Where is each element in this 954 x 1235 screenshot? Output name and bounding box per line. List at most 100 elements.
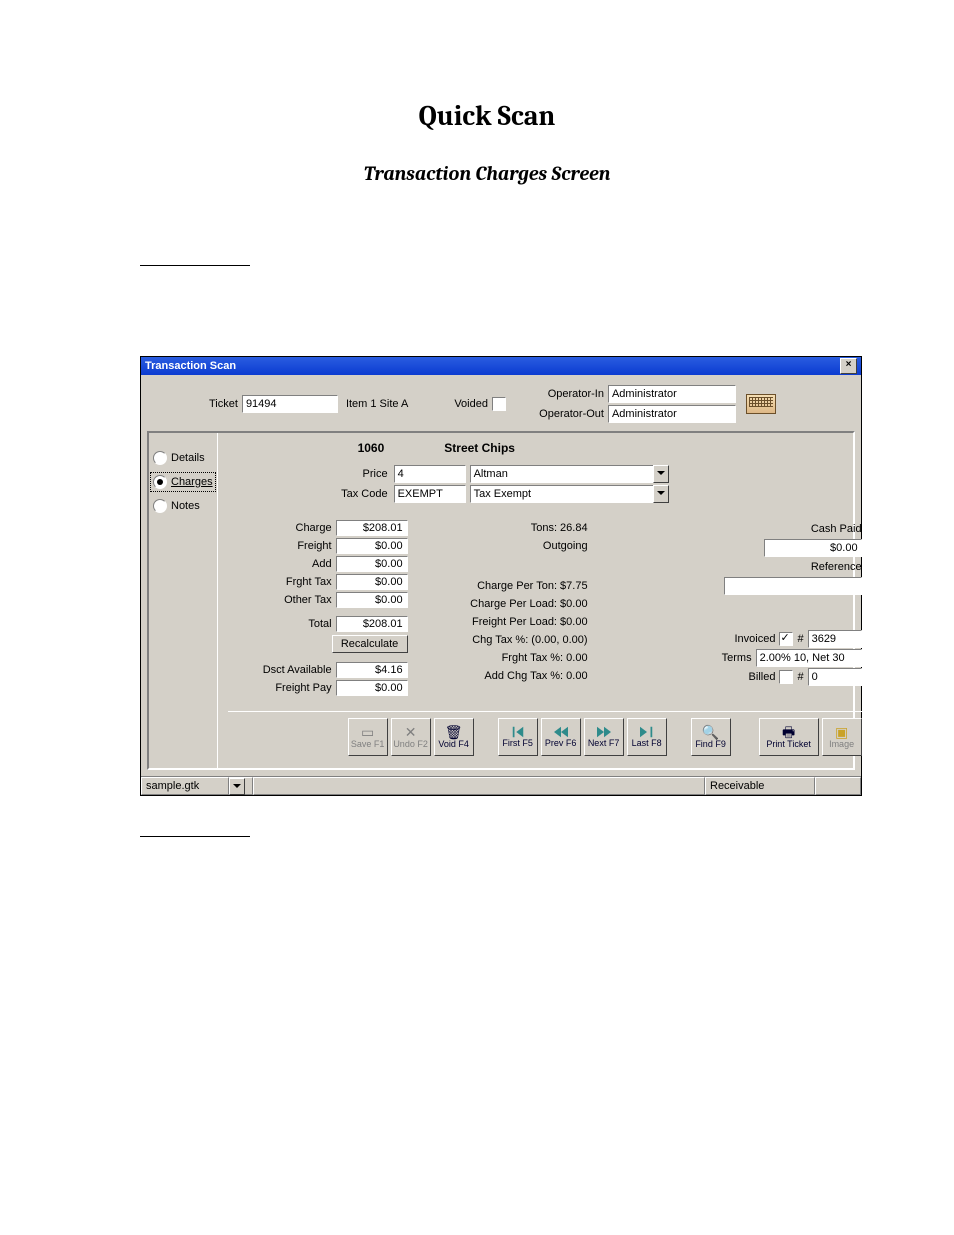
frght-tax-value[interactable]: $0.00 <box>336 574 408 590</box>
charge-value[interactable]: $208.01 <box>336 520 408 536</box>
find-button[interactable]: 🔍Find F9 <box>691 718 731 756</box>
status-file: sample.gtk <box>141 777 229 795</box>
dsct-label: Dsct Available <box>228 664 336 676</box>
window-title: Transaction Scan <box>145 357 236 375</box>
toolbar: ▭Save F1 ✕Undo F2 🗑Void F4 First F5 Prev… <box>228 711 862 758</box>
reference-field[interactable] <box>724 577 862 595</box>
freight-label: Freight <box>228 540 336 552</box>
radio-icon <box>153 451 167 465</box>
frght-tax-label: Frght Tax <box>228 576 336 588</box>
close-button[interactable]: × <box>840 358 857 374</box>
price-label: Price <box>228 468 394 480</box>
tab-charges-label: Charges <box>171 476 213 488</box>
tab-charges[interactable]: Charges <box>149 471 217 493</box>
terms-label: Terms <box>722 652 752 664</box>
tab-notes[interactable]: Notes <box>149 495 217 517</box>
radio-icon <box>153 475 167 489</box>
transaction-scan-window: Transaction Scan × Ticket 91494 Item 1 S… <box>140 356 862 796</box>
other-tax-label: Other Tax <box>228 594 336 606</box>
dsct-value[interactable]: $4.16 <box>336 662 408 678</box>
status-dropdown[interactable] <box>229 777 253 795</box>
add-value[interactable]: $0.00 <box>336 556 408 572</box>
voided-checkbox[interactable] <box>492 397 506 411</box>
invoiced-checkbox[interactable] <box>779 632 793 646</box>
taxcode-label: Tax Code <box>228 488 394 500</box>
status-bar: sample.gtk Receivable <box>141 776 861 795</box>
total-label: Total <box>228 618 336 630</box>
charge-per-load: Charge Per Load: $0.00 <box>428 595 588 613</box>
next-icon <box>597 726 611 738</box>
material-header: 1060 Street Chips <box>228 441 862 455</box>
operator-in-field[interactable]: Administrator <box>608 385 736 403</box>
invoiced-label: Invoiced <box>734 633 775 645</box>
cash-paid-field[interactable]: $0.00 <box>764 539 862 557</box>
keyboard-icon[interactable] <box>746 394 776 414</box>
billed-label: Billed <box>749 671 776 683</box>
taxcode-desc-field[interactable]: Tax Exempt <box>470 485 654 503</box>
titlebar: Transaction Scan × <box>141 357 861 375</box>
material-desc: Street Chips <box>444 441 515 455</box>
save-button[interactable]: ▭Save F1 <box>348 718 388 756</box>
billed-number-field[interactable]: 0 <box>808 668 862 686</box>
item-site-label: Item 1 Site A <box>346 398 408 410</box>
void-button[interactable]: 🗑Void F4 <box>434 718 474 756</box>
chg-tax-pct: Chg Tax %: (0.00, 0.00) <box>428 631 588 649</box>
x-icon: ✕ <box>405 725 417 739</box>
ticket-field[interactable]: 91494 <box>242 395 338 413</box>
total-value[interactable]: $208.01 <box>336 616 408 632</box>
prev-button[interactable]: Prev F6 <box>541 718 581 756</box>
search-icon: 🔍 <box>702 725 719 739</box>
status-end <box>815 777 861 795</box>
billed-checkbox[interactable] <box>779 670 793 684</box>
invoiced-number-field[interactable]: 3629 <box>808 630 862 648</box>
chevron-down-icon[interactable] <box>653 485 669 503</box>
save-icon: ▭ <box>361 725 374 739</box>
price-desc-field[interactable]: Altman <box>470 465 654 483</box>
cash-column: Cash Paid $0.00 Reference Invoiced # 362… <box>608 519 862 697</box>
price-code-field[interactable]: 4 <box>394 465 466 483</box>
first-icon <box>511 726 525 738</box>
summary-bar: Ticket 91494 Item 1 Site A Voided Operat… <box>147 381 855 431</box>
taxcode-field[interactable]: EXEMPT <box>394 485 466 503</box>
radio-icon <box>153 499 167 513</box>
invoiced-hash: # <box>797 633 803 645</box>
status-receivable: Receivable <box>705 777 815 795</box>
material-code: 1060 <box>358 441 385 455</box>
tons-text: Tons: 26.84 <box>428 519 588 537</box>
view-tabs: Details Charges Notes <box>149 433 218 768</box>
tab-details-label: Details <box>171 452 205 464</box>
chevron-down-icon[interactable] <box>653 465 669 483</box>
horizontal-rule <box>140 836 250 837</box>
first-button[interactable]: First F5 <box>498 718 538 756</box>
doc-title: Quick Scan <box>140 100 834 132</box>
print-ticket-button[interactable]: 🖶Print Ticket <box>759 718 819 756</box>
prev-icon <box>554 726 568 738</box>
operator-out-label: Operator-Out <box>532 408 604 420</box>
image-icon: ▣ <box>835 725 848 739</box>
billed-hash: # <box>797 671 803 683</box>
trash-icon: 🗑 <box>445 725 463 739</box>
freight-value[interactable]: $0.00 <box>336 538 408 554</box>
horizontal-rule <box>140 265 250 266</box>
tab-details[interactable]: Details <box>149 447 217 469</box>
last-icon <box>640 726 654 738</box>
operator-out-field[interactable]: Administrator <box>608 405 736 423</box>
add-label: Add <box>228 558 336 570</box>
charges-column: Charge$208.01 Freight$0.00 Add$0.00 Frgh… <box>228 519 408 697</box>
next-button[interactable]: Next F7 <box>584 718 624 756</box>
charge-label: Charge <box>228 522 336 534</box>
frght-tax-pct: Frght Tax %: 0.00 <box>428 649 588 667</box>
charge-per-ton: Charge Per Ton: $7.75 <box>428 577 588 595</box>
image-button[interactable]: ▣Image <box>822 718 862 756</box>
recalculate-button[interactable]: Recalculate <box>332 635 408 653</box>
info-column: Tons: 26.84 Outgoing Charge Per Ton: $7.… <box>428 519 588 697</box>
terms-field[interactable]: 2.00% 10, Net 30 <box>756 649 862 667</box>
doc-subtitle: Transaction Charges Screen <box>140 162 834 185</box>
undo-button[interactable]: ✕Undo F2 <box>391 718 431 756</box>
voided-label: Voided <box>454 398 488 410</box>
ticket-label: Ticket <box>209 398 238 410</box>
other-tax-value[interactable]: $0.00 <box>336 592 408 608</box>
last-button[interactable]: Last F8 <box>627 718 667 756</box>
direction-text: Outgoing <box>428 537 588 555</box>
freight-pay-value[interactable]: $0.00 <box>336 680 408 696</box>
